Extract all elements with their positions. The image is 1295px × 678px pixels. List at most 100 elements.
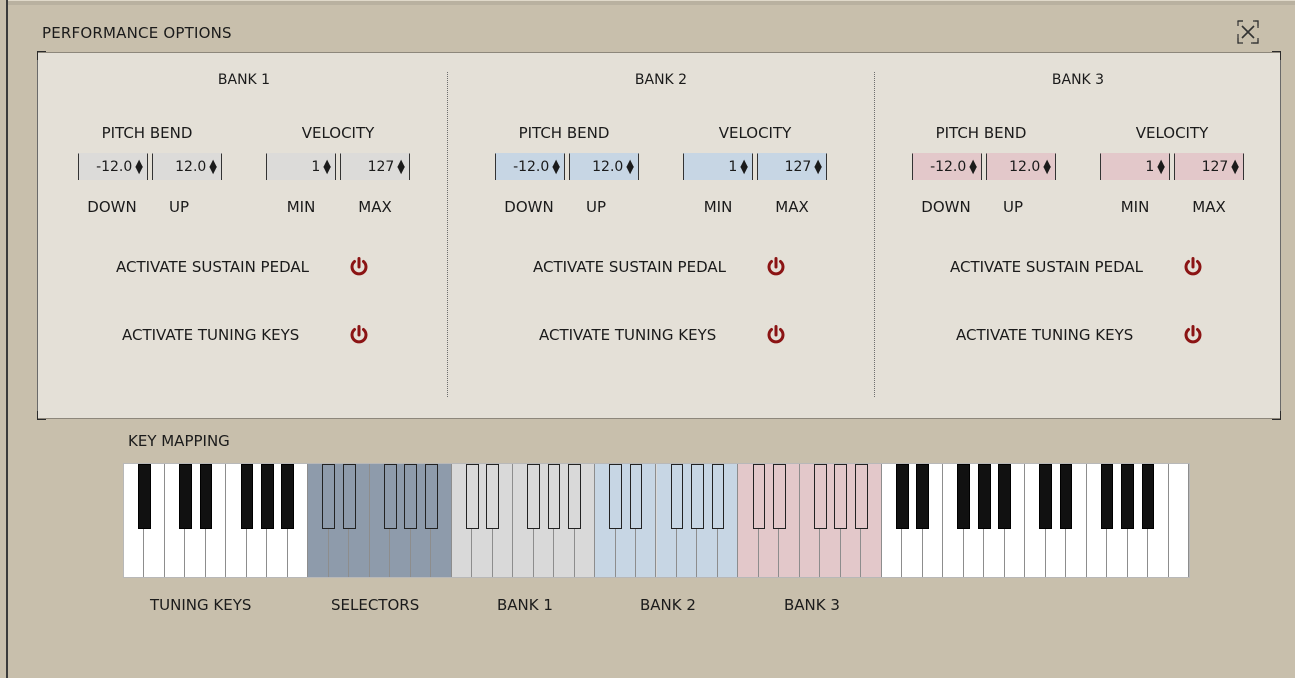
zone-label-tuning-keys: TUNING KEYS bbox=[150, 596, 252, 614]
pitch-bend-down-stepper[interactable]: -12.0 ▲ ▼ bbox=[78, 153, 148, 180]
sustain-pedal-label: ACTIVATE SUSTAIN PEDAL bbox=[116, 258, 309, 276]
black-key[interactable] bbox=[179, 464, 192, 529]
velocity-max-stepper[interactable]: 127 ▲ ▼ bbox=[1174, 153, 1244, 180]
sustain-pedal-toggle[interactable] bbox=[1182, 256, 1204, 278]
white-key[interactable] bbox=[1168, 464, 1189, 577]
stepper-arrows-icon[interactable]: ▲ ▼ bbox=[626, 159, 634, 176]
stepper-arrows-icon[interactable]: ▲ ▼ bbox=[740, 159, 748, 176]
velocity-min-stepper[interactable]: 1 ▲ ▼ bbox=[1100, 153, 1170, 180]
tuning-keys-label: ACTIVATE TUNING KEYS bbox=[122, 326, 300, 344]
black-key[interactable] bbox=[854, 464, 868, 529]
black-key[interactable] bbox=[322, 464, 336, 529]
black-key[interactable] bbox=[834, 464, 848, 529]
pitch-bend-up-stepper[interactable]: 12.0 ▲ ▼ bbox=[152, 153, 222, 180]
black-key[interactable] bbox=[670, 464, 684, 529]
key-mapping-keyboard[interactable] bbox=[123, 463, 1190, 578]
power-icon bbox=[350, 325, 368, 344]
pitch-bend-up-stepper[interactable]: 12.0 ▲ ▼ bbox=[986, 153, 1056, 180]
window-top-edge bbox=[6, 0, 1295, 5]
black-key[interactable] bbox=[957, 464, 971, 529]
power-icon bbox=[1184, 325, 1202, 344]
power-icon bbox=[767, 325, 785, 344]
black-key[interactable] bbox=[240, 464, 254, 529]
black-key[interactable] bbox=[1100, 464, 1114, 529]
black-key[interactable] bbox=[138, 464, 151, 529]
black-key[interactable] bbox=[465, 464, 479, 529]
velocity-min-stepper[interactable]: 1 ▲ ▼ bbox=[683, 153, 753, 180]
black-key[interactable] bbox=[1039, 464, 1052, 529]
zone-label-bank-3: BANK 3 bbox=[784, 596, 840, 614]
black-key[interactable] bbox=[813, 464, 827, 529]
pitch-bend-down-stepper[interactable]: -12.0 ▲ ▼ bbox=[495, 153, 565, 180]
black-key[interactable] bbox=[1121, 464, 1134, 529]
sustain-pedal-toggle[interactable] bbox=[348, 256, 370, 278]
black-key[interactable] bbox=[691, 464, 704, 529]
stepper-arrows-icon[interactable]: ▲ ▼ bbox=[1157, 159, 1165, 176]
velocity-max-label: MAX bbox=[775, 198, 809, 216]
pitch-bend-down-stepper[interactable]: -12.0 ▲ ▼ bbox=[912, 153, 982, 180]
pitch-bend-label: PITCH BEND bbox=[101, 124, 193, 142]
window-title: PERFORMANCE OPTIONS bbox=[42, 24, 232, 42]
stepper-value: 12.0 bbox=[175, 159, 207, 175]
velocity-max-stepper[interactable]: 127 ▲ ▼ bbox=[340, 153, 410, 180]
black-key[interactable] bbox=[711, 464, 725, 529]
black-key[interactable] bbox=[261, 464, 274, 529]
black-key[interactable] bbox=[998, 464, 1011, 529]
black-key[interactable] bbox=[1141, 464, 1155, 529]
pitch-down-label: DOWN bbox=[921, 198, 971, 216]
black-key[interactable] bbox=[199, 464, 213, 529]
zone-label-selectors: SELECTORS bbox=[331, 596, 420, 614]
black-key[interactable] bbox=[527, 464, 540, 529]
black-key[interactable] bbox=[486, 464, 499, 529]
stepper-arrows-icon[interactable]: ▲ ▼ bbox=[323, 159, 331, 176]
black-key[interactable] bbox=[977, 464, 991, 529]
stepper-arrows-icon[interactable]: ▲ ▼ bbox=[552, 159, 560, 176]
sustain-pedal-label: ACTIVATE SUSTAIN PEDAL bbox=[533, 258, 726, 276]
stepper-value: 127 bbox=[367, 159, 395, 175]
black-key[interactable] bbox=[752, 464, 766, 529]
stepper-value: 1 bbox=[1145, 159, 1155, 175]
velocity-max-stepper[interactable]: 127 ▲ ▼ bbox=[757, 153, 827, 180]
black-key[interactable] bbox=[424, 464, 438, 529]
black-key[interactable] bbox=[547, 464, 561, 529]
black-key[interactable] bbox=[773, 464, 786, 529]
zone-label-bank-2: BANK 2 bbox=[640, 596, 696, 614]
pitch-bend-label: PITCH BEND bbox=[518, 124, 610, 142]
stepper-value: 12.0 bbox=[1009, 159, 1041, 175]
pitch-bend-up-stepper[interactable]: 12.0 ▲ ▼ bbox=[569, 153, 639, 180]
tuning-keys-toggle[interactable] bbox=[348, 324, 370, 346]
close-button[interactable] bbox=[1237, 20, 1259, 44]
stepper-value: -12.0 bbox=[930, 159, 967, 175]
black-key[interactable] bbox=[609, 464, 622, 529]
tuning-keys-label: ACTIVATE TUNING KEYS bbox=[956, 326, 1134, 344]
black-key[interactable] bbox=[404, 464, 418, 529]
black-key[interactable] bbox=[383, 464, 397, 529]
velocity-min-stepper[interactable]: 1 ▲ ▼ bbox=[266, 153, 336, 180]
stepper-arrows-icon[interactable]: ▲ ▼ bbox=[397, 159, 405, 176]
tuning-keys-toggle[interactable] bbox=[1182, 324, 1204, 346]
black-key[interactable] bbox=[895, 464, 909, 529]
stepper-value: -12.0 bbox=[513, 159, 550, 175]
pitch-up-label: UP bbox=[1002, 198, 1024, 216]
sustain-pedal-toggle[interactable] bbox=[765, 256, 787, 278]
tuning-keys-toggle[interactable] bbox=[765, 324, 787, 346]
panel-corner bbox=[37, 411, 46, 420]
black-key[interactable] bbox=[629, 464, 643, 529]
bank-title: BANK 2 bbox=[634, 72, 688, 88]
power-icon bbox=[1184, 257, 1202, 276]
stepper-arrows-icon[interactable]: ▲ ▼ bbox=[135, 159, 143, 176]
tuning-keys-label: ACTIVATE TUNING KEYS bbox=[539, 326, 717, 344]
stepper-arrows-icon[interactable]: ▲ ▼ bbox=[1231, 159, 1239, 176]
stepper-arrows-icon[interactable]: ▲ ▼ bbox=[814, 159, 822, 176]
black-key[interactable] bbox=[916, 464, 930, 529]
stepper-arrows-icon[interactable]: ▲ ▼ bbox=[969, 159, 977, 176]
stepper-value: 1 bbox=[311, 159, 321, 175]
black-key[interactable] bbox=[568, 464, 581, 529]
black-key[interactable] bbox=[281, 464, 295, 529]
bank-2-section: BANK 2 PITCH BEND VELOCITY -12.0 ▲ ▼ 12.0… bbox=[455, 52, 873, 412]
panel-bottom-border bbox=[38, 418, 1280, 419]
black-key[interactable] bbox=[1059, 464, 1073, 529]
stepper-arrows-icon[interactable]: ▲ ▼ bbox=[1043, 159, 1051, 176]
black-key[interactable] bbox=[342, 464, 356, 529]
stepper-arrows-icon[interactable]: ▲ ▼ bbox=[209, 159, 217, 176]
